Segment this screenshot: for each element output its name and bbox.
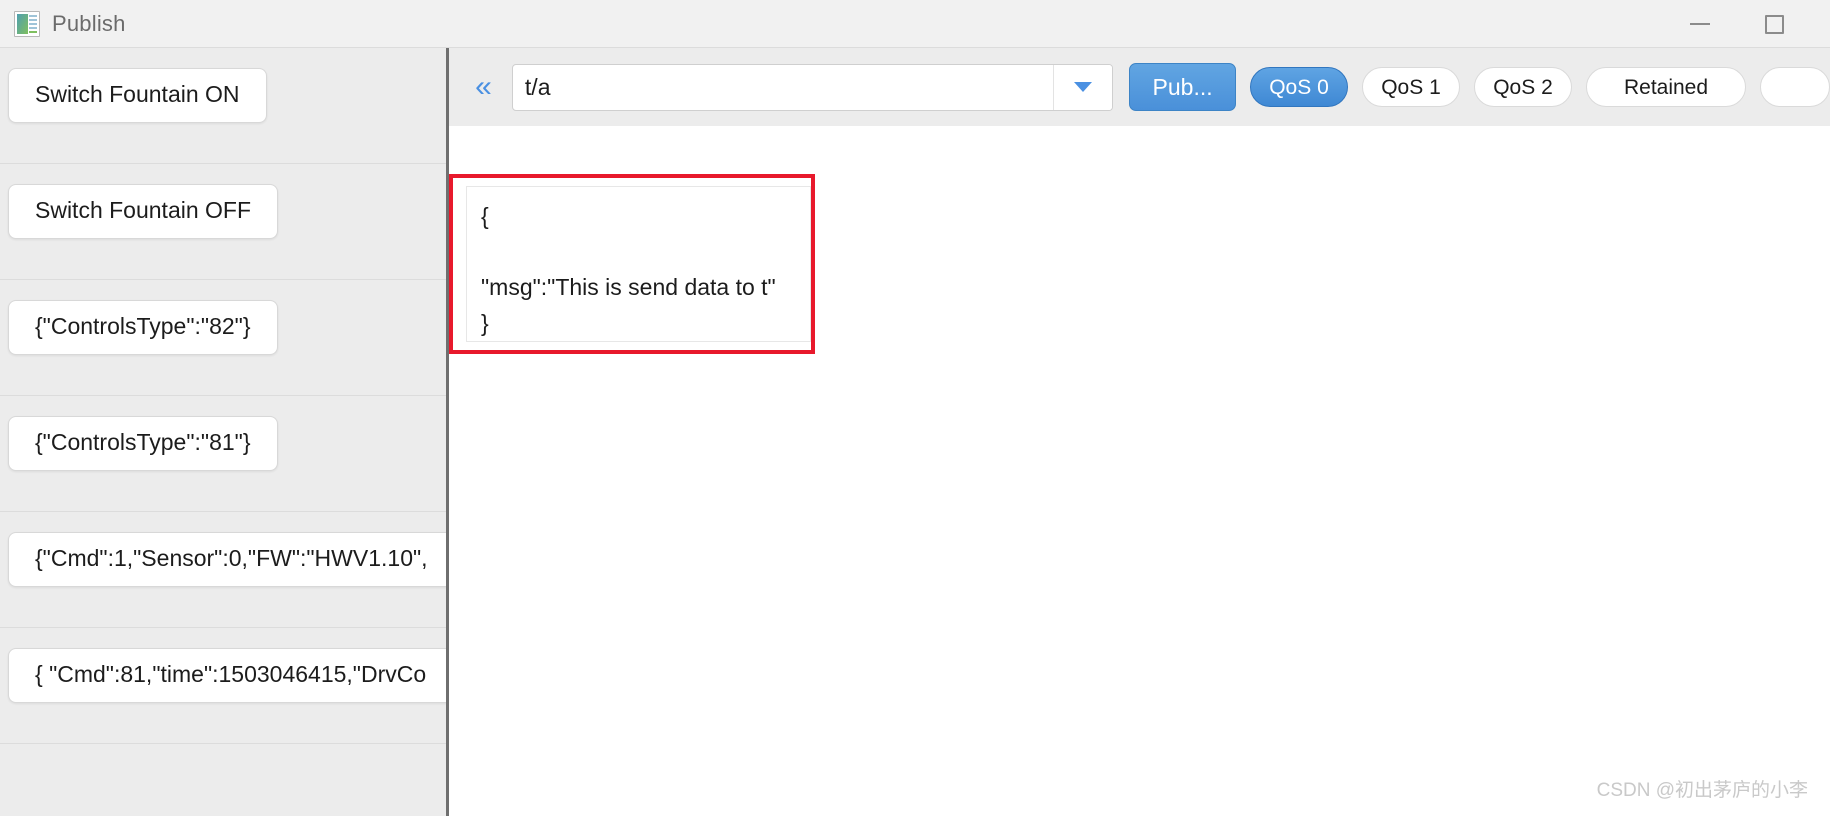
topic-dropdown-button[interactable] — [1053, 64, 1113, 110]
sidebar-item-label[interactable]: {"ControlsType":"81"} — [8, 416, 278, 471]
sidebar-item-label[interactable]: Switch Fountain OFF — [8, 184, 279, 239]
list-item[interactable]: Switch Fountain OFF — [0, 164, 446, 280]
payload-input[interactable] — [466, 186, 811, 342]
list-item[interactable]: { "Cmd":81,"time":1503046415,"DrvCo — [0, 628, 446, 744]
app-window-icon — [14, 10, 40, 37]
maximize-icon — [1764, 14, 1784, 34]
minimize-button[interactable] — [1672, 0, 1728, 48]
chevron-left-double-icon[interactable]: « — [469, 72, 498, 102]
payload-area — [449, 126, 1830, 816]
list-item[interactable]: Switch Fountain ON — [0, 48, 446, 164]
topic-input[interactable] — [512, 64, 1054, 110]
publish-button[interactable]: Pub... — [1129, 63, 1236, 111]
title-bar: Publish — [0, 0, 1830, 48]
qos-1-button[interactable]: QoS 1 — [1362, 67, 1460, 107]
minimize-icon — [1690, 23, 1710, 25]
publish-toolbar: « Pub... QoS 0 QoS 1 QoS 2 Retained — [449, 48, 1830, 126]
overflow-button[interactable] — [1760, 67, 1830, 107]
list-item[interactable]: {"Cmd":1,"Sensor":0,"FW":"HWV1.10", — [0, 512, 446, 628]
list-item[interactable]: {"ControlsType":"82"} — [0, 280, 446, 396]
sidebar-item-label[interactable]: { "Cmd":81,"time":1503046415,"DrvCo — [8, 648, 446, 703]
qos-0-button[interactable]: QoS 0 — [1250, 67, 1348, 107]
saved-messages-sidebar[interactable]: Switch Fountain ON Switch Fountain OFF {… — [0, 48, 446, 816]
main-panel: « Pub... QoS 0 QoS 1 QoS 2 Retained — [449, 48, 1830, 816]
list-item-empty — [0, 744, 446, 816]
window-title: Publish — [52, 10, 126, 36]
watermark: CSDN @初出茅庐的小李 — [1596, 780, 1808, 801]
qos-2-button[interactable]: QoS 2 — [1474, 67, 1572, 107]
maximize-button[interactable] — [1746, 0, 1802, 48]
publish-window: Publish Switch Fountain ON Switch Founta… — [0, 0, 1830, 816]
retained-button[interactable]: Retained — [1586, 67, 1746, 107]
chevron-down-icon — [1074, 82, 1093, 92]
list-item[interactable]: {"ControlsType":"81"} — [0, 396, 446, 512]
sidebar-item-label[interactable]: {"ControlsType":"82"} — [8, 300, 278, 355]
sidebar-item-label[interactable]: {"Cmd":1,"Sensor":0,"FW":"HWV1.10", — [8, 532, 446, 587]
sidebar-item-label[interactable]: Switch Fountain ON — [8, 68, 267, 123]
topic-combobox[interactable] — [511, 63, 1114, 111]
